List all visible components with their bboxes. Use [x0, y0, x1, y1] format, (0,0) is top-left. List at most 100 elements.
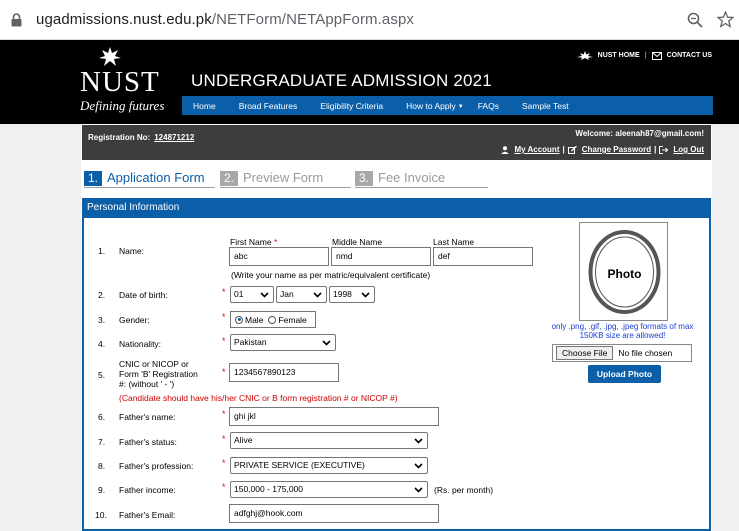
gender-label: Gender: — [119, 315, 150, 325]
step-number: 1. — [84, 171, 102, 186]
father-profession-value: PRIVATE SERVICE (EXECUTIVE) — [234, 460, 365, 470]
nav-faqs[interactable]: FAQs — [478, 101, 499, 111]
father-profession-label: Father's profession: — [119, 461, 194, 471]
nav-home[interactable]: Home — [193, 101, 216, 111]
gender-female-radio[interactable] — [268, 315, 277, 324]
zoom-icon[interactable] — [687, 12, 703, 28]
required-mark: * — [273, 237, 278, 247]
last-name-label: Last Name — [433, 237, 475, 247]
file-status: No file chosen — [618, 348, 673, 358]
step-fee-invoice[interactable]: 3. Fee Invoice — [355, 170, 488, 188]
registration-value[interactable]: 124871212 — [154, 133, 194, 142]
photo-label: Photo — [607, 267, 642, 281]
step-application-form[interactable]: 1. Application Form — [84, 170, 215, 188]
father-income-select[interactable]: 150,000 - 175,000 — [230, 481, 428, 498]
nav-eligibility-criteria[interactable]: Eligibility Criteria — [320, 101, 383, 111]
log-out-link[interactable]: Log Out — [673, 145, 704, 154]
logout-icon — [659, 145, 669, 154]
chevron-down-icon — [414, 438, 423, 444]
upload-photo-button[interactable]: Upload Photo — [588, 365, 661, 383]
nav-broad-features[interactable]: Broad Features — [239, 101, 298, 111]
required-mark: * — [222, 482, 226, 492]
divider: | — [644, 52, 647, 59]
nav-how-to-apply[interactable]: How to Apply ▼ — [406, 101, 464, 111]
required-mark: * — [222, 312, 226, 322]
nust-home-link[interactable]: NUST HOME — [598, 52, 640, 59]
browser-address-bar: ugadmissions.nust.edu.pk/NETForm/NETAppF… — [0, 0, 739, 40]
photo-format-note: only .png, .gif, .jpg, .jpeg formats of … — [551, 322, 694, 340]
nav-how-to-apply-label: How to Apply — [406, 100, 456, 111]
middle-name-label: Middle Name — [332, 237, 383, 247]
section-title: Personal Information — [87, 202, 180, 213]
chevron-down-icon — [313, 292, 322, 298]
chevron-down-icon — [414, 487, 423, 493]
url-field[interactable]: ugadmissions.nust.edu.pk/NETForm/NETAppF… — [36, 11, 414, 28]
required-mark: * — [222, 409, 226, 419]
site-page: NUST Defining futures NUST HOME | CONTAC… — [0, 40, 739, 531]
cnic-label-line: Form 'B' Registration — [119, 369, 198, 379]
step-label: Preview Form — [243, 170, 324, 185]
father-name-input[interactable]: ghi jkl — [229, 407, 439, 426]
father-income-value: 150,000 - 175,000 — [234, 484, 304, 494]
gender-male-label: Male — [245, 314, 264, 325]
edit-icon — [567, 145, 577, 154]
divider: | — [562, 145, 565, 154]
dob-day-value: 01 — [234, 289, 244, 299]
step-preview-form[interactable]: 2. Preview Form — [220, 170, 351, 188]
nationality-select[interactable]: Pakistan — [230, 334, 336, 351]
dob-month-value: Jan — [280, 289, 294, 299]
last-name-input[interactable]: def — [433, 247, 533, 266]
gender-male-radio[interactable] — [235, 315, 243, 324]
field-number: 4. — [98, 339, 106, 349]
nust-logo-text[interactable]: NUST — [80, 66, 160, 99]
dob-label: Date of birth: — [119, 290, 168, 300]
name-label: Name: — [119, 246, 145, 256]
choose-file-button[interactable]: Choose File — [556, 346, 614, 360]
account-links: My Account | Change Password | Log Out — [501, 145, 704, 154]
dob-year-select[interactable]: 1998 — [329, 286, 375, 303]
required-mark: * — [222, 367, 226, 377]
cnic-label-line: CNIC or NICOP or — [119, 359, 189, 369]
field-number: 10. — [95, 510, 107, 520]
step-number: 2. — [220, 171, 238, 186]
father-email-input[interactable]: adfghj@hook.com — [229, 504, 439, 523]
nationality-label: Nationality: — [119, 339, 162, 349]
first-name-input[interactable]: abc — [229, 247, 329, 266]
required-mark: * — [222, 336, 226, 346]
field-number: 3. — [98, 315, 106, 325]
father-profession-select[interactable]: PRIVATE SERVICE (EXECUTIVE) — [230, 457, 428, 474]
cnic-label: CNIC or NICOP or Form 'B' Registration #… — [119, 359, 198, 389]
bookmark-star-icon[interactable] — [717, 11, 734, 28]
required-mark: * — [222, 434, 226, 444]
field-number: 1. — [98, 246, 106, 256]
welcome-text: Welcome: aleenah87@gmail.com! — [575, 129, 704, 138]
field-number: 7. — [98, 437, 106, 447]
cnic-note: (Candidate should have his/her CNIC or B… — [119, 393, 398, 403]
nationality-value: Pakistan — [234, 337, 267, 347]
section-header: Personal Information — [82, 198, 711, 218]
lock-icon — [11, 13, 22, 27]
user-icon — [501, 145, 510, 154]
name-hint: (Write your name as per matric/equivalen… — [231, 270, 431, 280]
chevron-down-icon — [414, 463, 423, 469]
top-links: NUST HOME | CONTACT US — [576, 51, 712, 60]
my-account-link[interactable]: My Account — [514, 145, 559, 154]
page-title: UNDERGRADUATE ADMISSION 2021 — [191, 71, 492, 90]
file-input[interactable]: Choose File No file chosen — [552, 344, 692, 362]
dob-month-select[interactable]: Jan — [276, 286, 327, 303]
chevron-down-icon — [361, 292, 370, 298]
step-number: 3. — [355, 171, 373, 186]
registration-label: Registration No: — [88, 133, 151, 142]
father-status-select[interactable]: Alive — [230, 432, 428, 449]
envelope-icon — [651, 51, 662, 60]
required-mark: * — [222, 287, 226, 297]
nust-home-icon — [576, 51, 593, 60]
change-password-link[interactable]: Change Password — [582, 145, 651, 154]
middle-name-input[interactable]: nmd — [331, 247, 431, 266]
nust-tagline: Defining futures — [80, 98, 165, 113]
dob-day-select[interactable]: 01 — [230, 286, 274, 303]
cnic-input[interactable]: 1234567890123 — [229, 363, 339, 382]
nav-sample-test[interactable]: Sample Test — [522, 101, 569, 111]
father-income-suffix: (Rs. per month) — [434, 485, 494, 495]
contact-us-link[interactable]: CONTACT US — [667, 52, 712, 59]
